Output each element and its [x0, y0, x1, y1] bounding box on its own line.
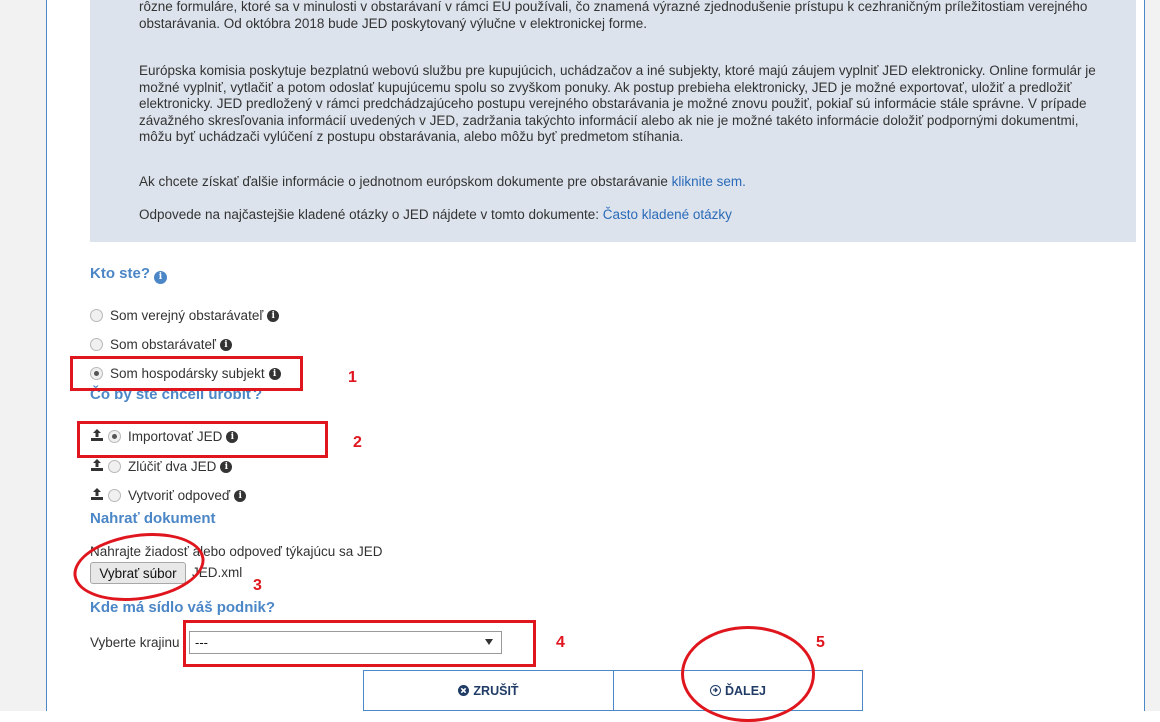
page: rôzne formuláre, ktoré sa v minulosti v … [0, 0, 1160, 722]
country-label: Vyberte krajinu [90, 635, 180, 650]
info-icon[interactable]: i [234, 489, 247, 502]
radio-button[interactable] [90, 309, 103, 322]
annotation-ellipse-3 [69, 525, 209, 609]
upload-icon [90, 488, 104, 503]
radio-button[interactable] [90, 338, 103, 351]
info-icon[interactable]: i [154, 271, 167, 284]
annotation-number-1: 1 [348, 369, 357, 386]
upload-heading: Nahrať dokument [90, 510, 216, 527]
radio-merge-espd[interactable]: Zlúčiť dva JED i [90, 459, 233, 474]
left-border [46, 0, 47, 711]
more-info-link[interactable]: kliknite sem. [672, 174, 746, 189]
upload-icon [90, 459, 104, 474]
info-paragraph-4: Odpovede na najčastejšie kladené otázky … [139, 207, 732, 222]
faq-link[interactable]: Často kladené otázky [603, 207, 732, 222]
right-margin [1145, 0, 1160, 711]
annotation-number-2: 2 [353, 434, 362, 451]
annotation-box-4 [183, 620, 536, 667]
close-circle-icon [458, 685, 470, 696]
cancel-button[interactable]: ZRUŠIŤ [363, 670, 614, 711]
annotation-ellipse-5 [681, 626, 815, 722]
radio-button[interactable] [108, 489, 121, 502]
who-heading: Kto ste? i [90, 265, 167, 284]
radio-contracting-entity[interactable]: Som obstarávateľ i [90, 337, 232, 352]
left-margin [0, 0, 46, 711]
country-heading: Kde má sídlo váš podnik? [90, 599, 276, 616]
info-box: rôzne formuláre, ktoré sa v minulosti v … [90, 0, 1136, 242]
radio-button[interactable] [108, 460, 121, 473]
annotation-number-3: 3 [253, 577, 262, 594]
radio-create-response[interactable]: Vytvoriť odpoveď i [90, 488, 247, 503]
info-paragraph-3: Ak chcete získať ďalšie informácie o jed… [139, 174, 746, 189]
info-paragraph-2: Európska komisia poskytuje bezplatnú web… [139, 63, 1096, 144]
annotation-number-5: 5 [816, 634, 825, 651]
annotation-box-1 [70, 356, 303, 391]
info-icon[interactable]: i [220, 460, 233, 473]
info-icon[interactable]: i [267, 309, 280, 322]
info-paragraph-1: rôzne formuláre, ktoré sa v minulosti v … [139, 0, 1088, 31]
annotation-number-4: 4 [556, 634, 565, 651]
right-border [1144, 0, 1145, 711]
radio-public-authority[interactable]: Som verejný obstarávateľ i [90, 308, 280, 323]
info-icon[interactable]: i [220, 338, 232, 351]
annotation-box-2 [77, 421, 328, 458]
